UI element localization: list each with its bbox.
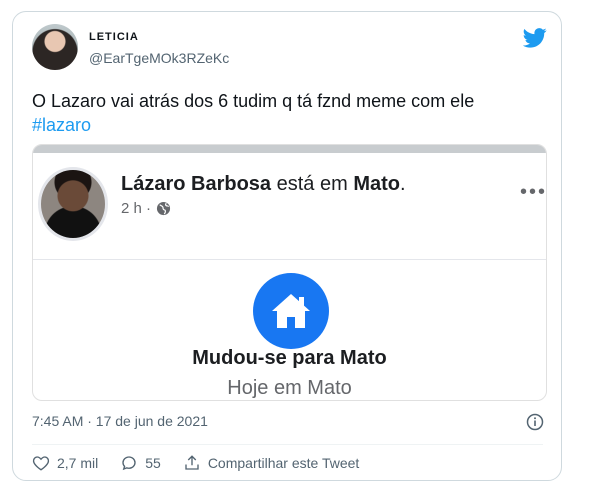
avatar[interactable]: [32, 24, 78, 70]
more-options-icon: •••: [520, 181, 547, 203]
user-handle[interactable]: @EarTgeMOk3RZeKc: [89, 50, 229, 66]
fb-post-header: Lázaro Barbosa está em Mato.: [121, 173, 406, 196]
reply-button[interactable]: 55: [120, 454, 161, 472]
heart-icon: [32, 456, 50, 471]
divider: [32, 444, 543, 445]
house-badge: [253, 273, 329, 349]
fb-divider: [33, 259, 546, 260]
reply-count: 55: [145, 455, 161, 471]
embedded-image[interactable]: Lázaro Barbosa está em Mato. 2 h · ••• M…: [32, 144, 547, 401]
hashtag-link[interactable]: #lazaro: [32, 115, 91, 135]
fb-profile-avatar: [38, 167, 108, 241]
display-name[interactable]: LETICIA: [89, 31, 139, 43]
tweet-card: LETICIA @EarTgeMOk3RZeKc O Lazaro vai at…: [12, 11, 562, 481]
like-count: 2,7 mil: [57, 455, 99, 471]
house-icon: [272, 294, 310, 328]
fb-post-place: Mato: [353, 173, 400, 195]
fb-post-period: .: [400, 173, 406, 195]
life-event-title: Mudou-se para Mato: [192, 347, 387, 369]
like-button[interactable]: 2,7 mil: [32, 454, 98, 472]
embed-topbar: [33, 145, 546, 153]
info-icon[interactable]: [526, 413, 544, 431]
life-event-subtitle: Hoje em Mato: [227, 377, 352, 399]
tweet-actions: 2,7 mil 55 Compartilhar este Tweet: [32, 454, 381, 472]
globe-icon: [156, 201, 171, 216]
share-button[interactable]: Compartilhar este Tweet: [183, 454, 359, 472]
tweet-timestamp[interactable]: 7:45 AM · 17 de jun de 2021: [32, 413, 208, 429]
fb-post-meta: 2 h ·: [121, 200, 171, 217]
tweet-body: O Lazaro vai atrás dos 6 tudim q tá fznd…: [32, 91, 475, 111]
share-icon: [185, 455, 199, 470]
tweet-text: O Lazaro vai atrás dos 6 tudim q tá fznd…: [32, 89, 542, 137]
fb-post-name: Lázaro Barbosa: [121, 173, 272, 195]
twitter-bird-icon[interactable]: [523, 28, 547, 48]
fb-post-verb: está em: [271, 173, 354, 195]
fb-post-time: 2 h ·: [121, 200, 152, 217]
share-label: Compartilhar este Tweet: [207, 455, 360, 471]
reply-icon: [122, 456, 136, 471]
